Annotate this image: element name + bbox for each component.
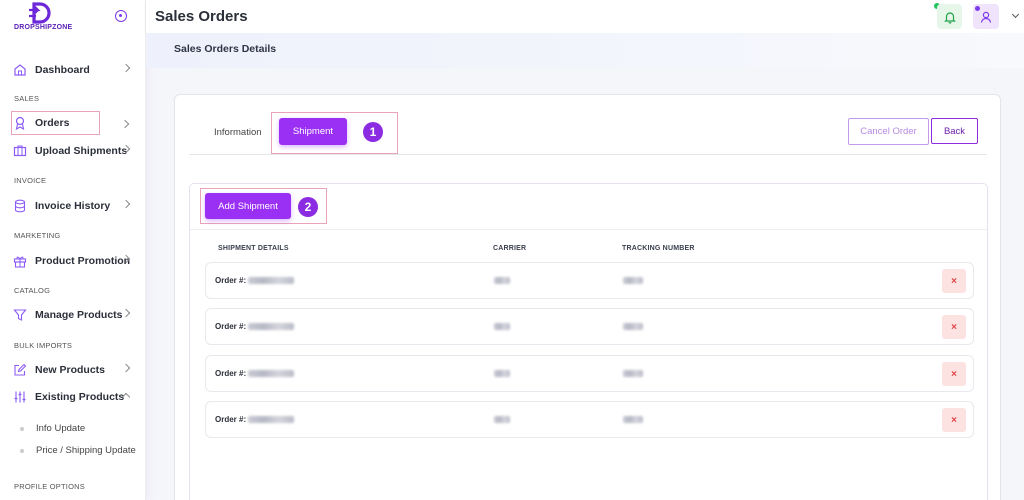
- tab-information[interactable]: Information: [214, 127, 262, 138]
- close-icon: ×: [951, 275, 957, 287]
- delete-button[interactable]: ×: [942, 408, 966, 432]
- redacted-order-number: [248, 416, 294, 423]
- section-title: Sales Orders Details: [174, 43, 277, 55]
- brand-name: DROPSHIPZONE: [14, 24, 73, 31]
- close-icon: ×: [951, 414, 957, 426]
- cancel-order-button[interactable]: Cancel Order: [848, 118, 929, 145]
- sidebar-item-existing-products[interactable]: Existing Products: [12, 385, 137, 409]
- table-row: Order #: ×: [205, 355, 974, 392]
- redacted-order-number: [248, 277, 294, 284]
- chevron-right-icon: [120, 119, 130, 129]
- section-invoice: INVOICE: [14, 176, 47, 185]
- sidebar-subitem-label: Price / Shipping Update: [36, 445, 136, 456]
- award-icon: [12, 115, 28, 131]
- shipments-panel: Add Shipment 2 SHIPMENT DETAILS CARRIER …: [189, 183, 988, 500]
- sidebar-item-label: Existing Products: [35, 391, 125, 403]
- notifications-button[interactable]: [937, 4, 962, 29]
- sidebar-pin-icon[interactable]: [115, 10, 127, 22]
- sidebar: DROPSHIPZONE Dashboard SALES Orders Uplo…: [0, 0, 146, 500]
- chevron-right-icon: [121, 63, 131, 73]
- box-icon: [12, 143, 28, 159]
- sidebar-item-label: Orders: [35, 117, 70, 129]
- database-icon: [12, 198, 28, 214]
- section-sales: SALES: [14, 94, 40, 103]
- gift-icon: [12, 253, 28, 269]
- order-details-card: Information Shipment 1 Cancel Order Back…: [174, 94, 1001, 500]
- sidebar-item-dashboard[interactable]: Dashboard: [12, 58, 137, 82]
- divider: [190, 229, 987, 230]
- step-badge-1: 1: [363, 122, 383, 142]
- sidebar-item-product-promotion[interactable]: Product Promotion: [12, 249, 137, 273]
- sidebar-subitem-label: Info Update: [36, 423, 86, 434]
- sliders-icon: [12, 389, 28, 405]
- home-icon: [12, 62, 28, 78]
- chevron-right-icon: [121, 308, 131, 318]
- table-row: Order #: ×: [205, 308, 974, 345]
- order-label: Order #:: [215, 369, 247, 378]
- tab-shipment[interactable]: Shipment: [279, 118, 347, 145]
- redacted-carrier: [494, 370, 510, 377]
- user-status-dot: [975, 6, 980, 11]
- filter-icon: [12, 307, 28, 323]
- page-title: Sales Orders: [155, 8, 248, 25]
- delete-button[interactable]: ×: [942, 315, 966, 339]
- sidebar-item-label: New Products: [35, 364, 106, 376]
- bullet-icon: [20, 448, 24, 453]
- section-catalog: CATALOG: [14, 286, 51, 295]
- redacted-carrier: [494, 323, 510, 330]
- user-icon: [980, 11, 992, 23]
- order-label: Order #:: [215, 322, 247, 331]
- step-badge-2: 2: [298, 197, 318, 217]
- redacted-tracking-number: [623, 323, 643, 330]
- sidebar-item-orders[interactable]: Orders: [11, 111, 100, 135]
- chevron-right-icon: [121, 199, 131, 209]
- column-header-carrier: CARRIER: [493, 245, 527, 252]
- chevron-right-icon: [121, 363, 131, 373]
- sidebar-item-label: Upload Shipments: [35, 145, 128, 157]
- add-shipment-button[interactable]: Add Shipment: [205, 193, 291, 219]
- redacted-tracking-number: [623, 277, 643, 284]
- back-button[interactable]: Back: [931, 118, 978, 144]
- section-profile-options: PROFILE OPTIONS: [14, 482, 85, 491]
- sidebar-item-manage-products[interactable]: Manage Products: [12, 303, 137, 327]
- redacted-tracking-number: [623, 370, 643, 377]
- redacted-tracking-number: [623, 416, 643, 423]
- close-icon: ×: [951, 368, 957, 380]
- redacted-order-number: [248, 323, 294, 330]
- divider: [189, 154, 987, 155]
- details-banner: Sales Orders Details: [146, 33, 1024, 68]
- sidebar-item-label: Dashboard: [35, 64, 90, 76]
- sidebar-subitem-info-update[interactable]: Info Update: [20, 423, 85, 434]
- table-row: Order #: ×: [205, 401, 974, 438]
- sidebar-subitem-price-shipping-update[interactable]: Price / Shipping Update: [20, 445, 136, 456]
- edit-icon: [12, 362, 28, 378]
- section-bulk-imports: BULK IMPORTS: [14, 341, 73, 350]
- redacted-carrier: [494, 277, 510, 284]
- section-marketing: MARKETING: [14, 231, 61, 240]
- close-icon: ×: [951, 321, 957, 333]
- order-label: Order #:: [215, 276, 247, 285]
- column-header-details: SHIPMENT DETAILS: [218, 245, 289, 252]
- bullet-icon: [20, 426, 24, 431]
- top-header: Sales Orders: [146, 0, 1024, 33]
- table-row: Order #: ×: [205, 262, 974, 299]
- column-header-tracking: TRACKING NUMBER: [622, 245, 695, 252]
- chevron-down-icon[interactable]: [1011, 10, 1020, 19]
- sidebar-item-label: Product Promotion: [35, 255, 131, 267]
- redacted-order-number: [248, 370, 294, 377]
- delete-button[interactable]: ×: [942, 362, 966, 386]
- delete-button[interactable]: ×: [942, 269, 966, 293]
- sidebar-item-new-products[interactable]: New Products: [12, 358, 137, 382]
- bell-icon: [943, 11, 956, 24]
- sidebar-item-upload-shipments[interactable]: Upload Shipments: [12, 139, 137, 163]
- order-label: Order #:: [215, 415, 247, 424]
- redacted-carrier: [494, 416, 510, 423]
- sidebar-item-label: Invoice History: [35, 200, 111, 212]
- sidebar-item-label: Manage Products: [35, 309, 123, 321]
- sidebar-item-invoice-history[interactable]: Invoice History: [12, 194, 137, 218]
